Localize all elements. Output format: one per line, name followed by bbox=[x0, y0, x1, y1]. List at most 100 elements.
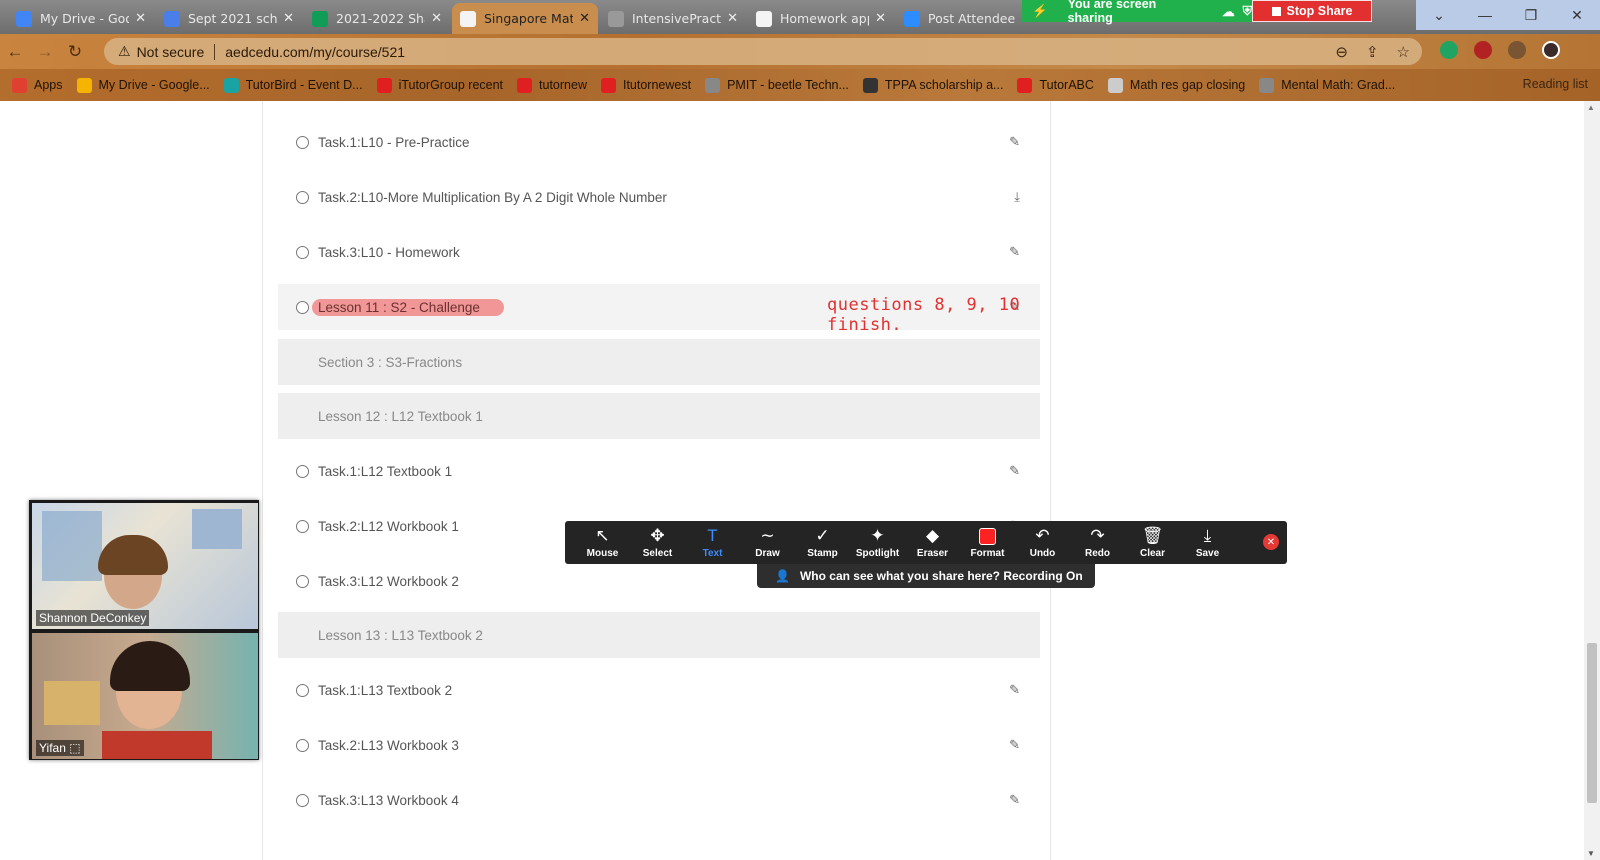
pencil-icon[interactable]: ✎ bbox=[1009, 737, 1020, 753]
recording-notice[interactable]: 👤 Who can see what you share here? Recor… bbox=[757, 564, 1095, 588]
task-row[interactable]: Task.3:L13 Workbook 4 ✎ bbox=[278, 777, 1040, 823]
item-label[interactable]: Lesson 11 : S2 - Challenge bbox=[312, 298, 504, 316]
map-decoration bbox=[44, 681, 100, 725]
item-label[interactable]: Task.2:L12 Workbook 1 bbox=[318, 519, 459, 534]
task-row[interactable]: Task.2:L13 Workbook 3 ✎ bbox=[278, 722, 1040, 768]
browser-tab[interactable]: Homework app ✕ bbox=[748, 3, 894, 34]
video-tile[interactable]: Yifan ⬚ bbox=[32, 633, 258, 759]
bookmark-item[interactable]: PMIT - beetle Techn... bbox=[705, 77, 849, 93]
task-row[interactable]: Task.1:L10 - Pre-Practice ✎ bbox=[278, 119, 1040, 165]
video-panel[interactable]: Shannon DeConkey Yifan ⬚ bbox=[29, 500, 259, 760]
annotation-tool-undo[interactable]: ↶ Undo bbox=[1015, 521, 1070, 564]
share-page-icon[interactable]: ⇪ bbox=[1366, 43, 1379, 61]
annotation-tool-eraser[interactable]: ◆ Eraser bbox=[905, 521, 960, 564]
close-annotation-icon[interactable]: ✕ bbox=[1263, 534, 1279, 550]
pencil-icon[interactable]: ✎ bbox=[1009, 463, 1020, 479]
browser-tab[interactable]: Post Attendee -✕ bbox=[896, 3, 1042, 34]
item-label[interactable]: Task.3:L13 Workbook 4 bbox=[318, 793, 459, 808]
extensions-puzzle-icon[interactable] bbox=[1508, 41, 1526, 59]
tab-close-icon[interactable]: ✕ bbox=[283, 11, 294, 26]
pencil-icon[interactable]: ✎ bbox=[1009, 134, 1020, 150]
pencil-icon[interactable]: ✎ bbox=[1009, 244, 1020, 260]
minimize-icon[interactable]: — bbox=[1462, 0, 1508, 30]
task-row[interactable]: Task.3:L10 - Homework ✎ bbox=[278, 229, 1040, 275]
bookmark-label: iTutorGroup recent bbox=[398, 78, 504, 92]
task-radio[interactable] bbox=[296, 464, 309, 478]
tab-close-icon[interactable]: ✕ bbox=[875, 11, 886, 26]
reading-list[interactable]: Reading list bbox=[1523, 77, 1588, 91]
annotation-tool-save[interactable]: ⤓ Save bbox=[1180, 521, 1235, 564]
pencil-icon[interactable]: ✎ bbox=[1009, 792, 1020, 808]
pencil-icon[interactable]: ✎ bbox=[1009, 682, 1020, 698]
task-radio[interactable] bbox=[296, 300, 309, 314]
tab-close-icon[interactable]: ✕ bbox=[431, 11, 442, 26]
task-row[interactable]: Task.1:L12 Textbook 1 ✎ bbox=[278, 448, 1040, 494]
task-radio[interactable] bbox=[296, 135, 309, 149]
url-text[interactable]: aedcedu.com/my/course/521 bbox=[225, 44, 405, 60]
bookmark-item[interactable]: iTutorGroup recent bbox=[376, 77, 504, 93]
extension-evernote-icon[interactable] bbox=[1440, 41, 1458, 59]
browser-tab[interactable]: My Drive - Goo ✕ bbox=[8, 3, 154, 34]
tab-close-icon[interactable]: ✕ bbox=[135, 11, 146, 26]
back-icon[interactable]: ← bbox=[0, 42, 30, 62]
profile-avatar[interactable] bbox=[1542, 41, 1560, 59]
task-row[interactable]: Task.1:L13 Textbook 2 ✎ bbox=[278, 667, 1040, 713]
restore-icon[interactable]: ❐ bbox=[1508, 0, 1554, 30]
item-label[interactable]: Task.2:L10-More Multiplication By A 2 Di… bbox=[318, 190, 667, 205]
scroll-down-icon[interactable]: ▼ bbox=[1587, 849, 1595, 858]
annotation-tool-redo[interactable]: ↷ Redo bbox=[1070, 521, 1125, 564]
page-scrollbar[interactable]: ▲ ▼ bbox=[1584, 101, 1600, 860]
zoom-icon[interactable]: ⊖ bbox=[1335, 43, 1348, 61]
browser-tab[interactable]: Singapore Math ✕ bbox=[452, 3, 598, 34]
reload-icon[interactable]: ↻ bbox=[60, 42, 90, 62]
task-radio[interactable] bbox=[296, 245, 309, 259]
bookmark-item[interactable]: TutorBird - Event D... bbox=[223, 77, 363, 93]
annotation-tool-text[interactable]: T Text bbox=[685, 521, 740, 564]
browser-tab[interactable]: Sept 2021 sche ✕ bbox=[156, 3, 302, 34]
bookmark-star-icon[interactable]: ☆ bbox=[1397, 43, 1410, 61]
bookmark-item[interactable]: Mental Math: Grad... bbox=[1259, 77, 1395, 93]
task-radio[interactable] bbox=[296, 574, 309, 588]
forward-icon[interactable]: → bbox=[30, 42, 60, 62]
browser-tab[interactable]: IntensivePractic ✕ bbox=[600, 3, 746, 34]
tab-close-icon[interactable]: ✕ bbox=[579, 11, 590, 26]
bookmark-item[interactable]: TutorABC bbox=[1017, 77, 1094, 93]
annotation-tool-select[interactable]: ✥ Select bbox=[630, 521, 685, 564]
task-radio[interactable] bbox=[296, 190, 309, 204]
bookmark-item[interactable]: Apps bbox=[12, 77, 63, 93]
tab-close-icon[interactable]: ✕ bbox=[727, 11, 738, 26]
annotation-tool-format[interactable]: Format bbox=[960, 521, 1015, 564]
item-label[interactable]: Task.3:L10 - Homework bbox=[318, 245, 460, 260]
bookmark-item[interactable]: tutornew bbox=[517, 77, 587, 93]
item-label[interactable]: Task.2:L13 Workbook 3 bbox=[318, 738, 459, 753]
video-tile[interactable]: Shannon DeConkey bbox=[32, 503, 258, 629]
item-label[interactable]: Task.1:L12 Textbook 1 bbox=[318, 464, 452, 479]
address-bar[interactable]: ⚠ Not secure aedcedu.com/my/course/521 ⊖… bbox=[104, 38, 1422, 65]
scrollbar-thumb[interactable] bbox=[1587, 643, 1597, 803]
annotation-tool-clear[interactable]: 🗑 Clear bbox=[1125, 521, 1180, 564]
stop-share-button[interactable]: Stop Share bbox=[1252, 0, 1372, 22]
screen-sharing-banner[interactable]: ⚡ You are screen sharing ☁ ⛨ bbox=[1022, 0, 1252, 25]
scroll-up-icon[interactable]: ▲ bbox=[1587, 103, 1595, 112]
bookmark-item[interactable]: Math res gap closing bbox=[1107, 77, 1245, 93]
annotation-tool-spotlight[interactable]: ✦ Spotlight bbox=[850, 521, 905, 564]
tab-search-icon[interactable]: ⌄ bbox=[1416, 0, 1462, 30]
annotation-tool-stamp[interactable]: ✓ Stamp bbox=[795, 521, 850, 564]
bookmark-item[interactable]: My Drive - Google... bbox=[76, 77, 210, 93]
close-window-icon[interactable]: ✕ bbox=[1554, 0, 1600, 30]
task-radio[interactable] bbox=[296, 738, 309, 752]
item-label[interactable]: Task.3:L12 Workbook 2 bbox=[318, 574, 459, 589]
item-label[interactable]: Task.1:L10 - Pre-Practice bbox=[318, 135, 470, 150]
extension-ublock-icon[interactable] bbox=[1474, 41, 1492, 59]
task-radio[interactable] bbox=[296, 793, 309, 807]
download-icon[interactable]: ⤓ bbox=[1014, 189, 1020, 205]
bookmark-item[interactable]: Itutornewest bbox=[600, 77, 691, 93]
task-radio[interactable] bbox=[296, 519, 309, 533]
bookmark-item[interactable]: TPPA scholarship a... bbox=[862, 77, 1003, 93]
task-radio[interactable] bbox=[296, 683, 309, 697]
annotation-tool-draw[interactable]: ∼ Draw bbox=[740, 521, 795, 564]
annotation-tool-mouse[interactable]: ↖ Mouse bbox=[575, 521, 630, 564]
task-row[interactable]: Task.2:L10-More Multiplication By A 2 Di… bbox=[278, 174, 1040, 220]
browser-tab[interactable]: 2021-2022 Shar ✕ bbox=[304, 3, 450, 34]
item-label[interactable]: Task.1:L13 Textbook 2 bbox=[318, 683, 452, 698]
